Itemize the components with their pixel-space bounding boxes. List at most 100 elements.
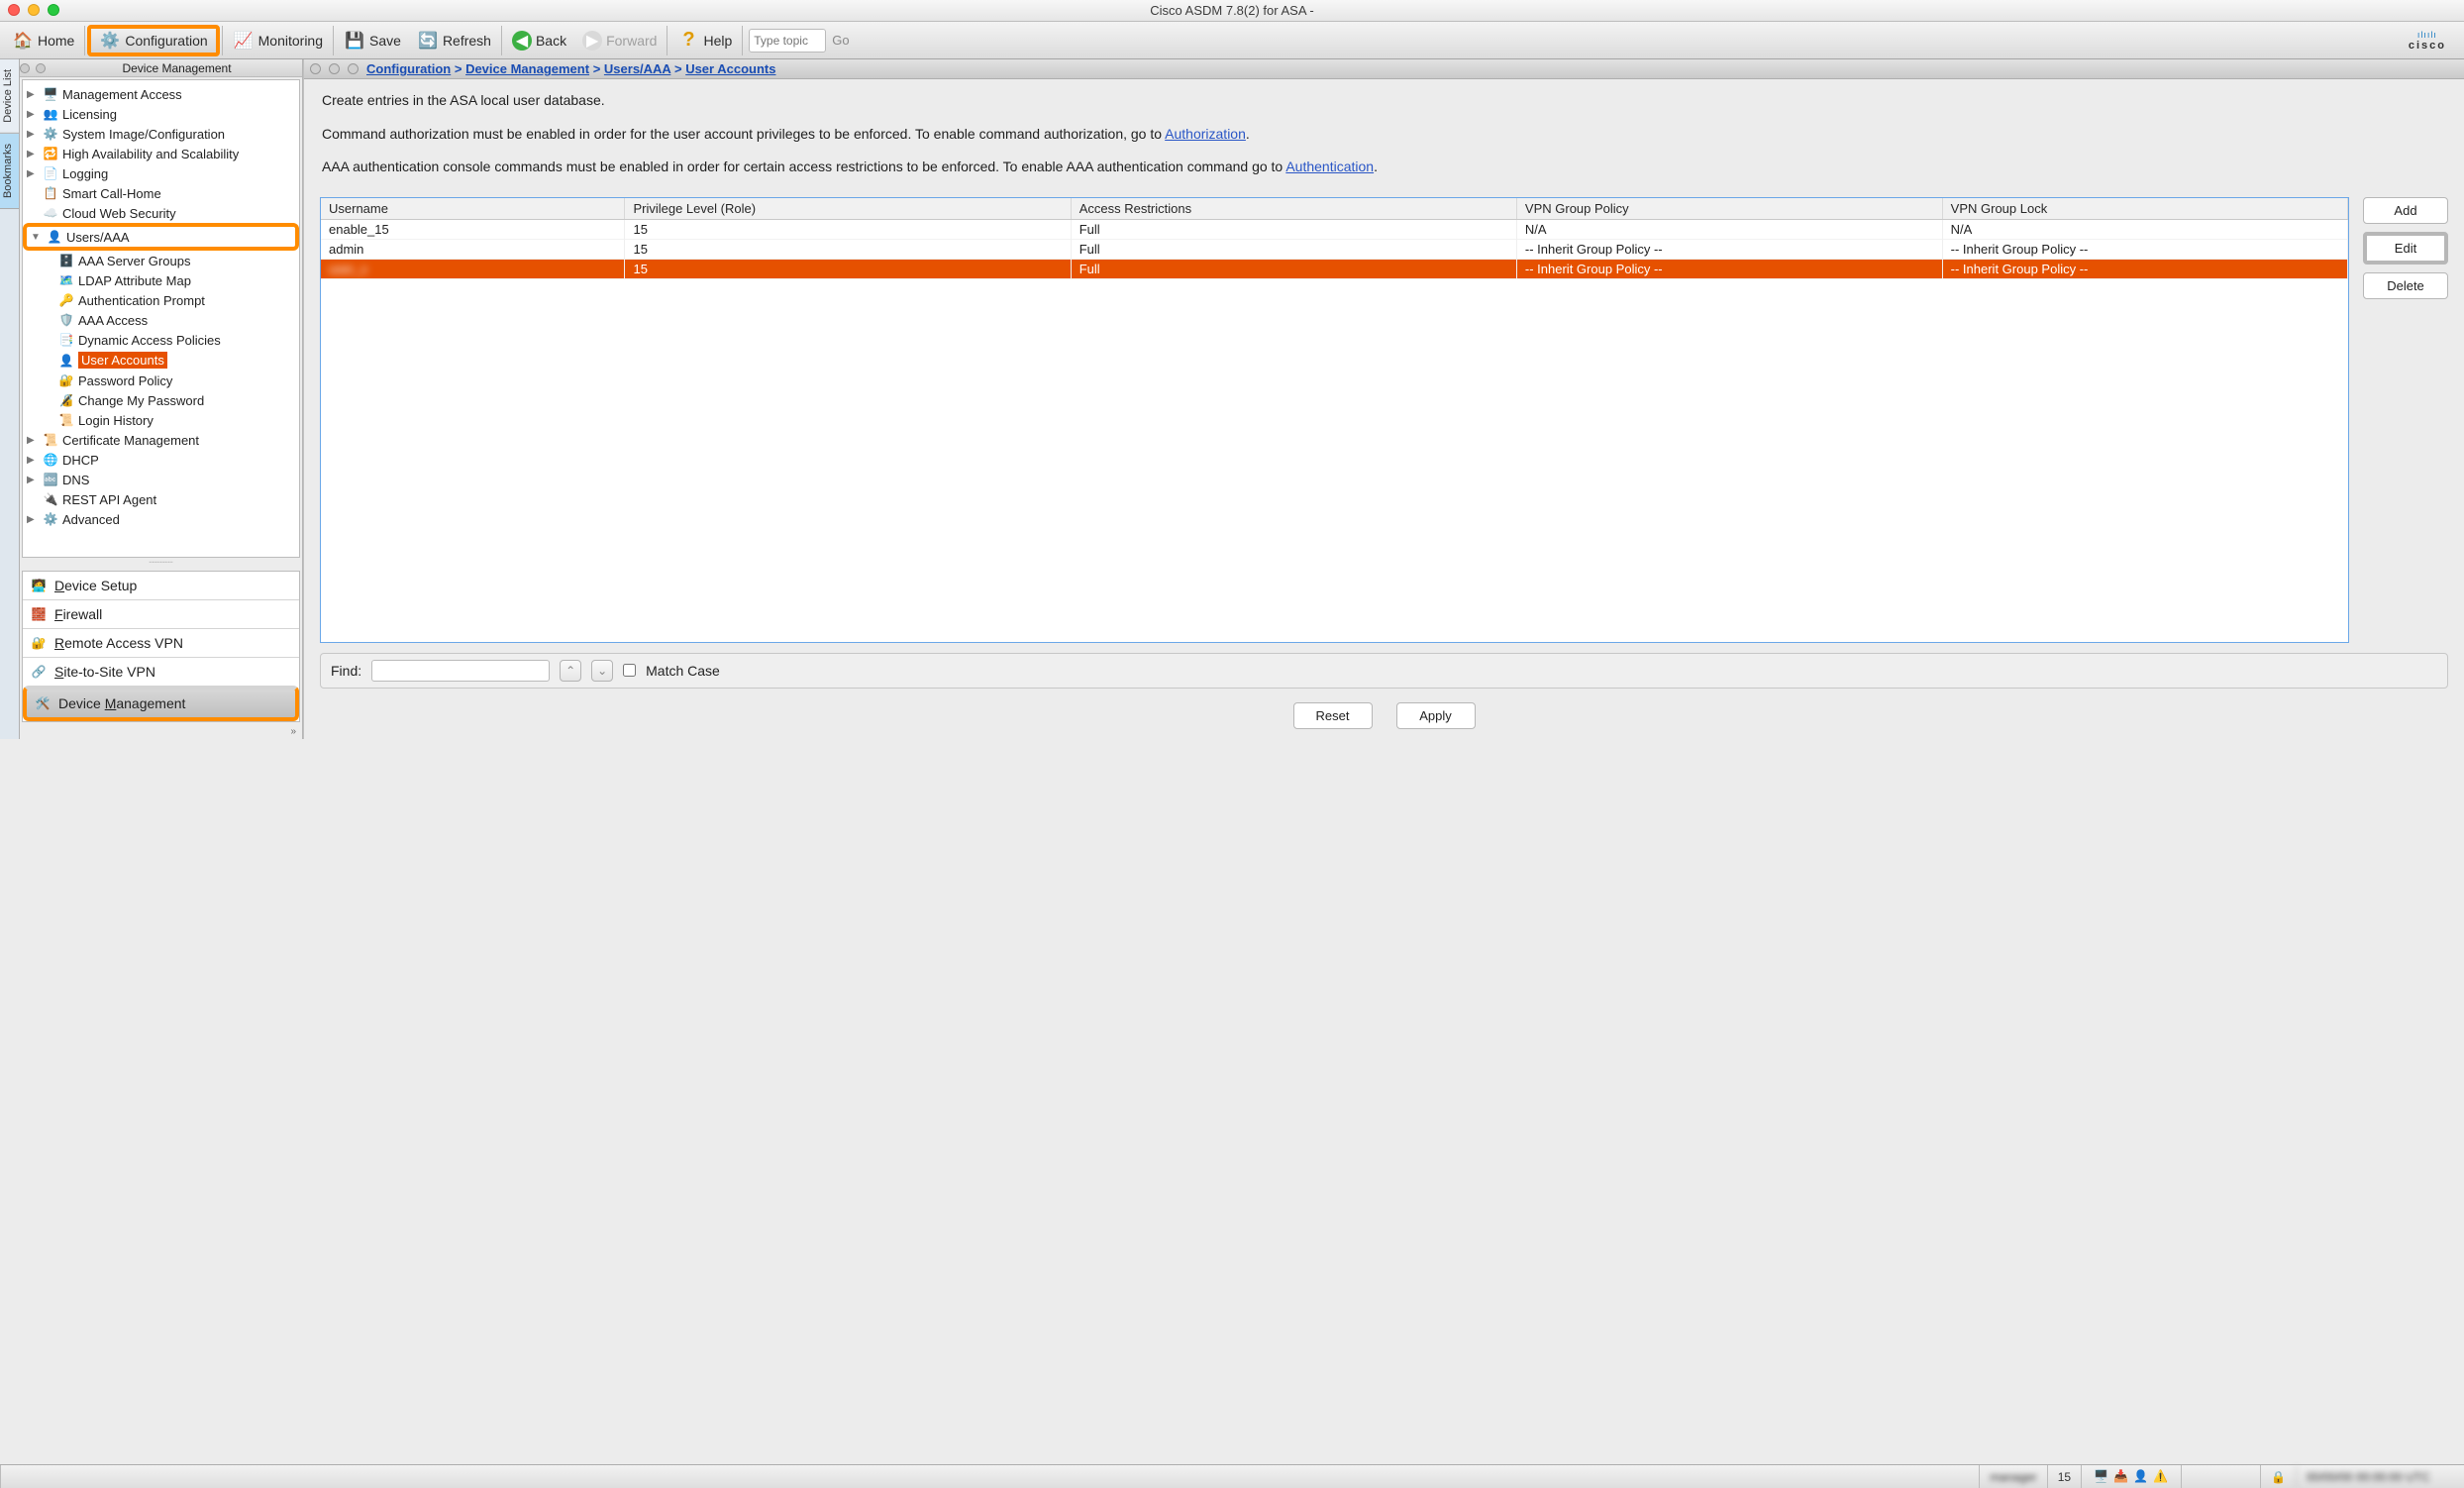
tree-item-licensing[interactable]: ▶👥Licensing (23, 104, 299, 124)
remote-vpn-icon: 🔐 (31, 635, 47, 651)
table-action-buttons: Add Edit Delete (2363, 197, 2448, 299)
help-button[interactable]: ? Help (669, 25, 740, 56)
match-case-checkbox[interactable] (623, 664, 636, 677)
tree-item-user-accounts[interactable]: 👤User Accounts (23, 350, 299, 371)
change-pwd-icon: 🔏 (58, 392, 74, 408)
tree-item-management-access[interactable]: ▶🖥️Management Access (23, 84, 299, 104)
tree-item-password-policy[interactable]: 🔐Password Policy (23, 371, 299, 390)
tree-item-dns[interactable]: ▶🔤DNS (23, 470, 299, 489)
chart-icon: 📈 (233, 30, 255, 52)
refresh-button[interactable]: 🔄 Refresh (409, 25, 499, 56)
rest-icon: 🔌 (43, 491, 58, 507)
page-actions: Reset Apply (304, 698, 2464, 739)
table-row[interactable]: admin15Full-- Inherit Group Policy ---- … (321, 239, 2348, 259)
tree-item-rest-api-agent[interactable]: 🔌REST API Agent (23, 489, 299, 509)
tree-item-aaa-access[interactable]: 🛡️AAA Access (23, 310, 299, 330)
bookmarks-tab[interactable]: Bookmarks (0, 134, 19, 209)
breadcrumb-device-management[interactable]: Device Management (465, 61, 589, 76)
back-button[interactable]: ◀ Back (504, 25, 574, 56)
tree-item-high-availability[interactable]: ▶🔁High Availability and Scalability (23, 144, 299, 163)
nav-firewall[interactable]: 🧱Firewall (23, 599, 299, 628)
tree-item-change-my-password[interactable]: 🔏Change My Password (23, 390, 299, 410)
nav-device-management[interactable]: 🛠️Device Management (23, 686, 299, 721)
find-next-icon[interactable]: ⌄ (591, 660, 613, 682)
tree-item-cloud-web-security[interactable]: ☁️Cloud Web Security (23, 203, 299, 223)
col-vpn-lock[interactable]: VPN Group Lock (1942, 198, 2347, 220)
floppy-icon: 💾 (344, 30, 365, 52)
tree-item-authentication-prompt[interactable]: 🔑Authentication Prompt (23, 290, 299, 310)
status-icon-4[interactable]: ⚠️ (2153, 1469, 2169, 1485)
user-accounts-table[interactable]: Username Privilege Level (Role) Access R… (320, 197, 2349, 643)
key-icon: 🔐 (58, 372, 74, 388)
tree-item-smart-call-home[interactable]: 📋Smart Call-Home (23, 183, 299, 203)
status-icon-2[interactable]: 📥 (2113, 1469, 2129, 1485)
find-input[interactable] (371, 660, 550, 682)
tree-item-users-aaa[interactable]: ▼👤Users/AAA (23, 223, 299, 251)
close-window-icon[interactable] (8, 4, 20, 16)
nav-device-setup[interactable]: 🧑‍💻Device Setup (23, 572, 299, 599)
tree-item-dhcp[interactable]: ▶🌐DHCP (23, 450, 299, 470)
col-vpn-policy[interactable]: VPN Group Policy (1516, 198, 1942, 220)
tree-item-dynamic-access-policies[interactable]: 📑Dynamic Access Policies (23, 330, 299, 350)
add-button[interactable]: Add (2363, 197, 2448, 224)
panel-icon[interactable] (329, 63, 340, 74)
panel-close-icon[interactable] (36, 63, 46, 73)
delete-button[interactable]: Delete (2363, 272, 2448, 299)
table-row[interactable]: enable_1515FullN/AN/A (321, 219, 2348, 239)
tree-item-aaa-server-groups[interactable]: 🗄️AAA Server Groups (23, 251, 299, 270)
gear-icon: ⚙️ (43, 126, 58, 142)
tree-item-system-image[interactable]: ▶⚙️System Image/Configuration (23, 124, 299, 144)
status-icon-3[interactable]: 👤 (2133, 1469, 2149, 1485)
find-bar: Find: ⌃ ⌄ Match Case (320, 653, 2448, 689)
breadcrumb-bar: Configuration > Device Management > User… (304, 59, 2464, 79)
nav-remote-access-vpn[interactable]: 🔐Remote Access VPN (23, 628, 299, 657)
tree-item-login-history[interactable]: 📜Login History (23, 410, 299, 430)
breadcrumb-user-accounts[interactable]: User Accounts (685, 61, 775, 76)
col-username[interactable]: Username (321, 198, 625, 220)
home-button[interactable]: 🏠 Home (4, 25, 82, 56)
help-icon: ? (677, 30, 699, 52)
panel-collapse-icon[interactable] (20, 63, 30, 73)
history-icon: 📜 (58, 412, 74, 428)
log-icon: 📄 (43, 165, 58, 181)
panel-icon[interactable] (310, 63, 321, 74)
help-search-input[interactable] (749, 29, 826, 53)
device-setup-icon: 🧑‍💻 (31, 578, 47, 593)
apply-button[interactable]: Apply (1396, 702, 1476, 729)
tree-item-certificate-management[interactable]: ▶📜Certificate Management (23, 430, 299, 450)
zoom-window-icon[interactable] (48, 4, 59, 16)
traffic-lights (8, 4, 59, 16)
authentication-link[interactable]: Authentication (1285, 159, 1374, 174)
save-button[interactable]: 💾 Save (336, 25, 409, 56)
edit-button[interactable]: Edit (2363, 232, 2448, 265)
configuration-button[interactable]: ⚙️ Configuration (87, 25, 219, 56)
minimize-window-icon[interactable] (28, 4, 40, 16)
dns-icon: 🔤 (43, 472, 58, 487)
status-icon-1[interactable]: 🖥️ (2094, 1469, 2109, 1485)
users-icon: 👤 (47, 229, 62, 245)
panel-icon[interactable] (348, 63, 359, 74)
cloud-icon: ☁️ (43, 205, 58, 221)
col-privilege[interactable]: Privilege Level (Role) (625, 198, 1071, 220)
desc-line-1: Create entries in the ASA local user dat… (322, 91, 2446, 111)
toolbar-separator (501, 26, 502, 55)
go-button[interactable]: Go (832, 33, 849, 48)
policy-icon: 📑 (58, 332, 74, 348)
refresh-icon: 🔄 (417, 30, 439, 52)
breadcrumb-configuration[interactable]: Configuration (366, 61, 451, 76)
nav-expand-icon[interactable]: » (20, 724, 302, 739)
tree-item-advanced[interactable]: ▶⚙️Advanced (23, 509, 299, 529)
config-tree[interactable]: ▶🖥️Management Access ▶👥Licensing ▶⚙️Syst… (22, 79, 300, 558)
monitoring-button[interactable]: 📈 Monitoring (225, 25, 331, 56)
reset-button[interactable]: Reset (1293, 702, 1373, 729)
cisco-logo: ılıılı cisco (2409, 30, 2460, 52)
device-list-tab[interactable]: Device List (0, 59, 19, 134)
authorization-link[interactable]: Authorization (1165, 126, 1246, 142)
nav-site-to-site-vpn[interactable]: 🔗Site-to-Site VPN (23, 657, 299, 686)
tree-item-logging[interactable]: ▶📄Logging (23, 163, 299, 183)
tree-item-ldap-attribute-map[interactable]: 🗺️LDAP Attribute Map (23, 270, 299, 290)
breadcrumb-users-aaa[interactable]: Users/AAA (604, 61, 670, 76)
col-access[interactable]: Access Restrictions (1071, 198, 1516, 220)
find-prev-icon[interactable]: ⌃ (560, 660, 581, 682)
table-row-selected[interactable]: user_x15Full-- Inherit Group Policy ----… (321, 259, 2348, 278)
